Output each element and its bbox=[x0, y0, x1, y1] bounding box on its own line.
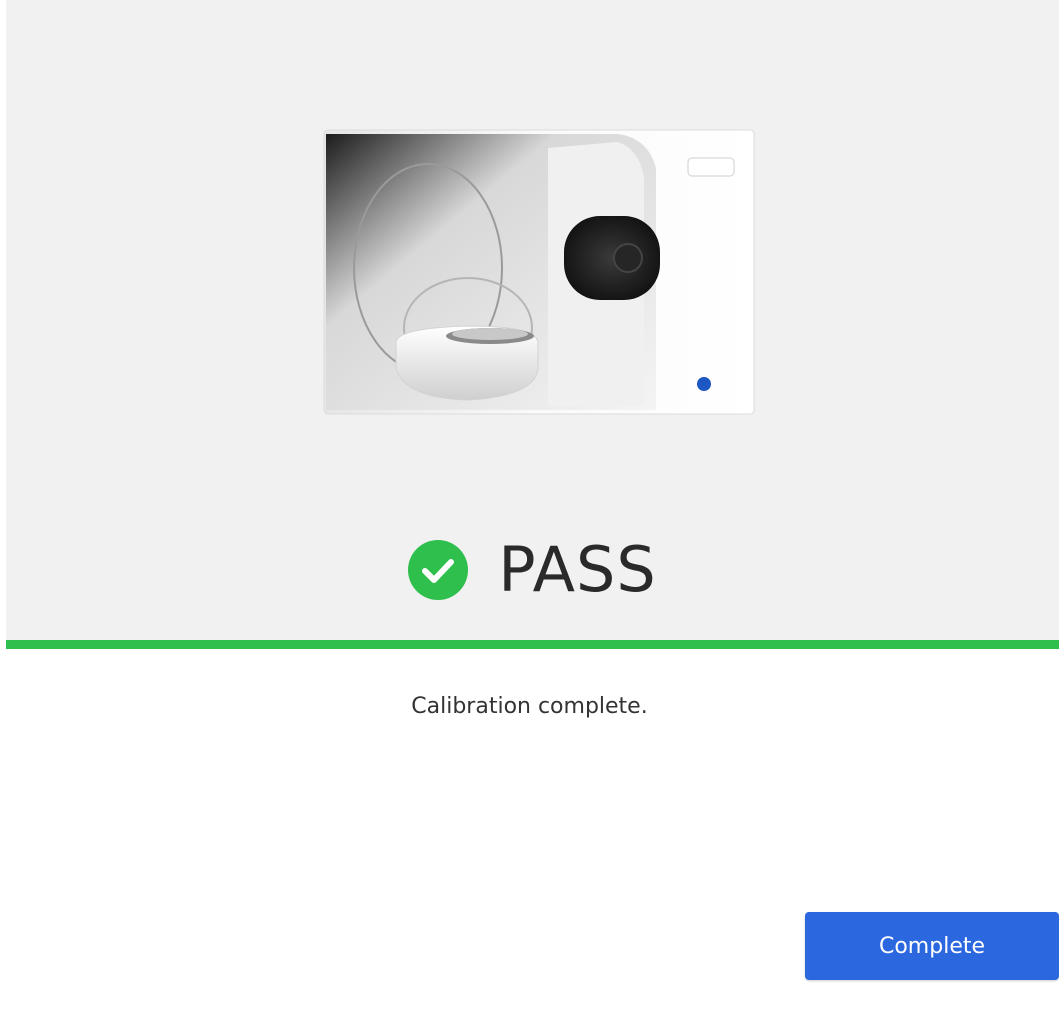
result-status-text: PASS bbox=[498, 533, 657, 606]
calibration-result-page: PASS Calibration complete. Complete bbox=[0, 0, 1059, 1019]
calibration-message: Calibration complete. bbox=[411, 694, 648, 719]
check-circle-icon bbox=[408, 540, 469, 600]
result-panel: PASS bbox=[6, 0, 1059, 640]
calibration-progress-fill bbox=[6, 640, 1059, 649]
complete-button[interactable]: Complete bbox=[805, 912, 1059, 980]
result-status: PASS bbox=[6, 528, 1059, 612]
calibration-progress-bar bbox=[6, 640, 1059, 649]
scanner-device-image bbox=[318, 128, 758, 420]
